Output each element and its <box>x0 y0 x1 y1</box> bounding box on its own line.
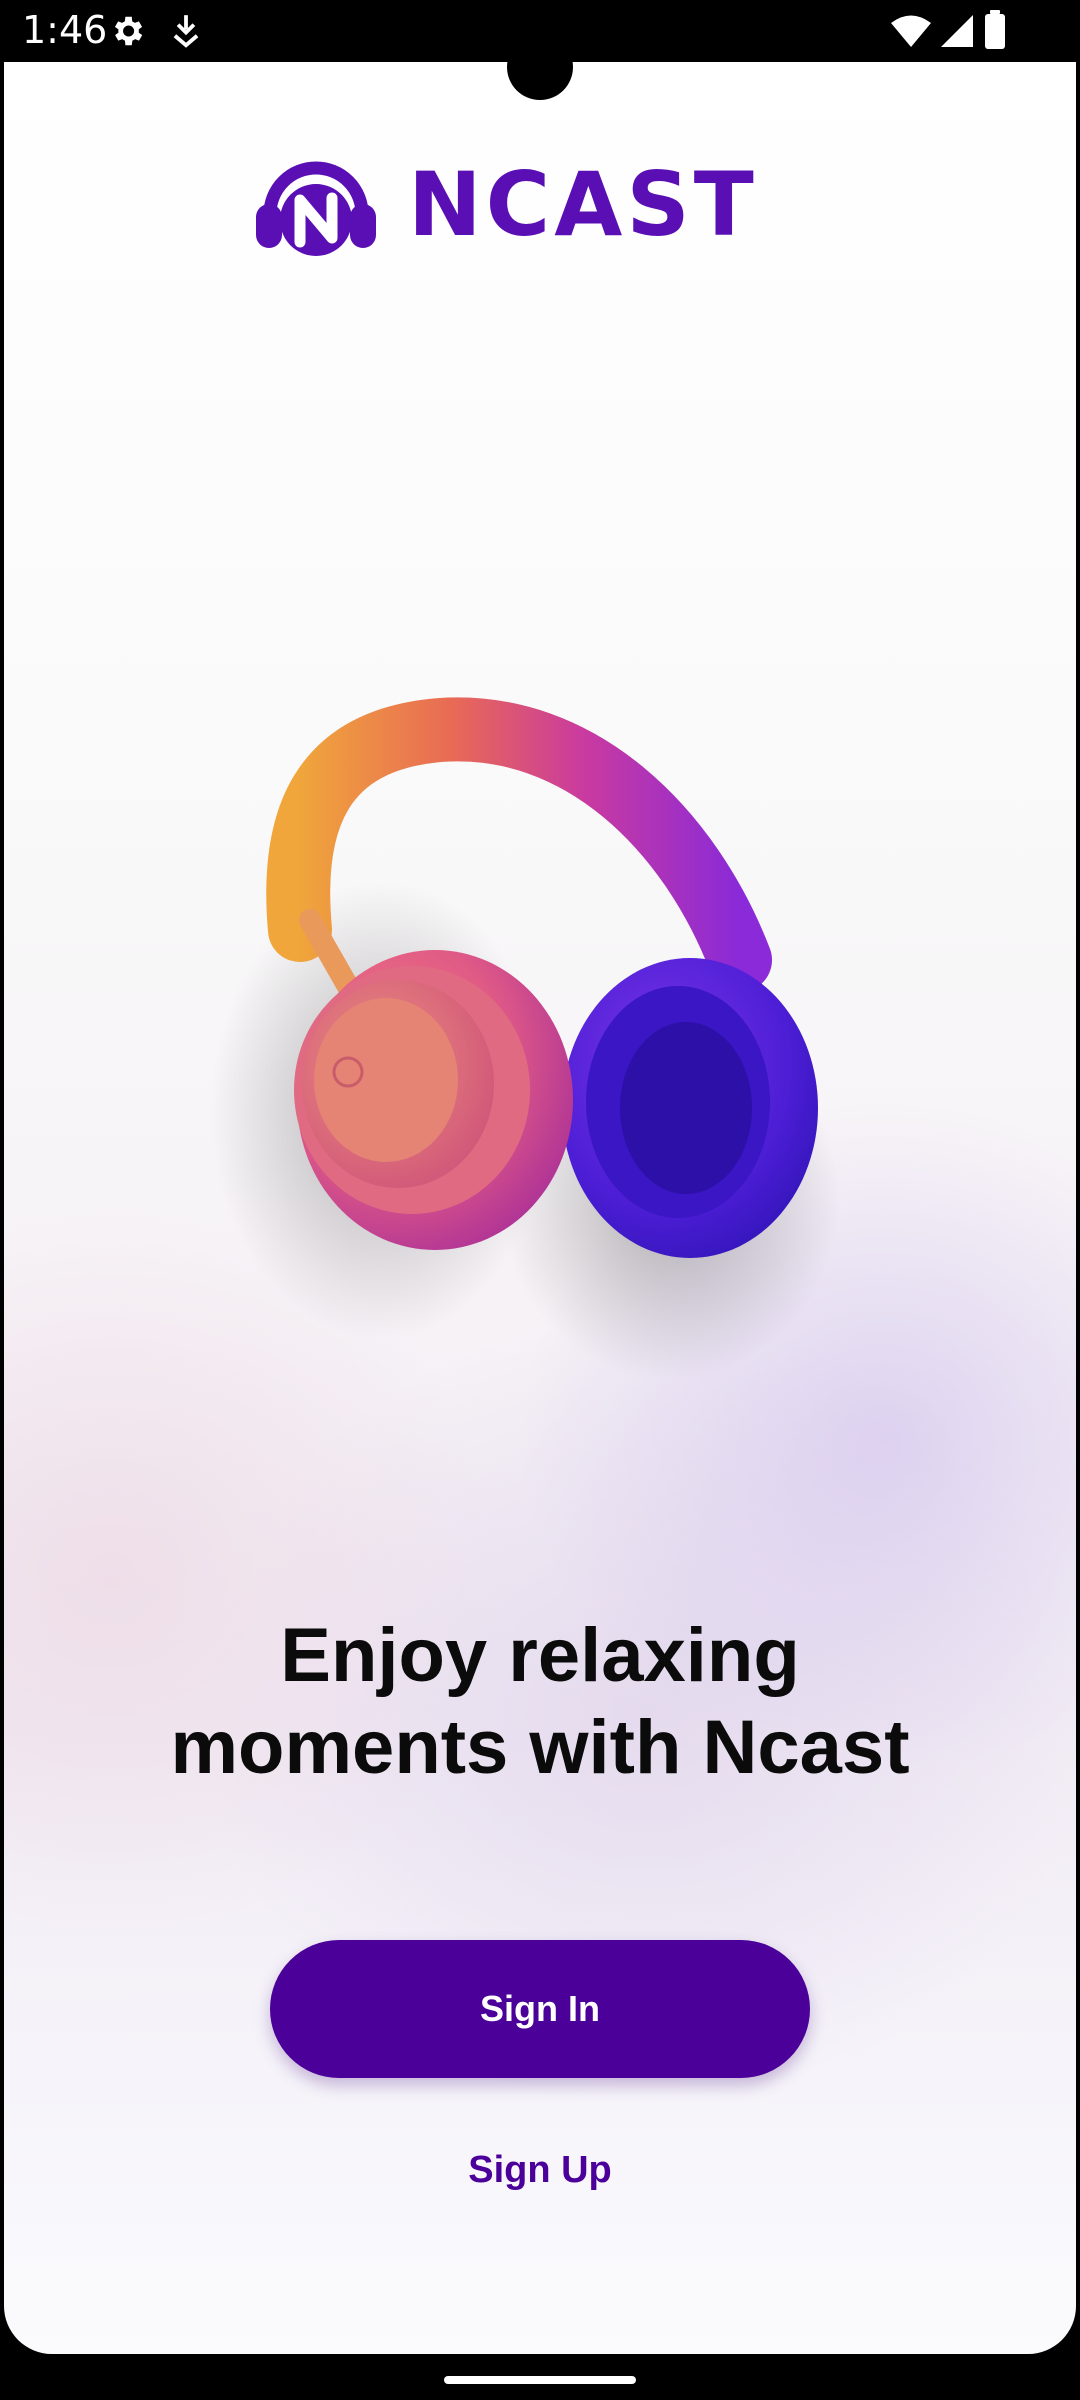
welcome-headline: Enjoy relaxing moments with Ncast <box>0 1610 1080 1794</box>
status-time: 1:46 <box>22 8 108 52</box>
gear-icon <box>108 12 146 55</box>
headphones-illustration <box>210 697 840 1380</box>
download-status-icon <box>170 12 202 55</box>
sign-up-link[interactable]: Sign Up <box>390 2140 690 2200</box>
headline-line-1: Enjoy relaxing <box>280 1613 800 1698</box>
headline-line-2: moments with Ncast <box>170 1705 910 1790</box>
cellular-signal-icon <box>940 14 974 53</box>
home-indicator[interactable] <box>444 2376 636 2384</box>
brand-name: NCAST <box>408 152 758 256</box>
wifi-icon <box>890 14 932 53</box>
device-screen: 1:46 NCAST Enjoy relaxing moments with N… <box>0 0 1080 2400</box>
app-logo: NCAST <box>250 104 830 304</box>
headphones-logo-icon <box>256 161 376 256</box>
camera-cutout <box>507 34 573 100</box>
battery-icon <box>984 10 1006 55</box>
sign-in-button[interactable]: Sign In <box>270 1940 810 2078</box>
